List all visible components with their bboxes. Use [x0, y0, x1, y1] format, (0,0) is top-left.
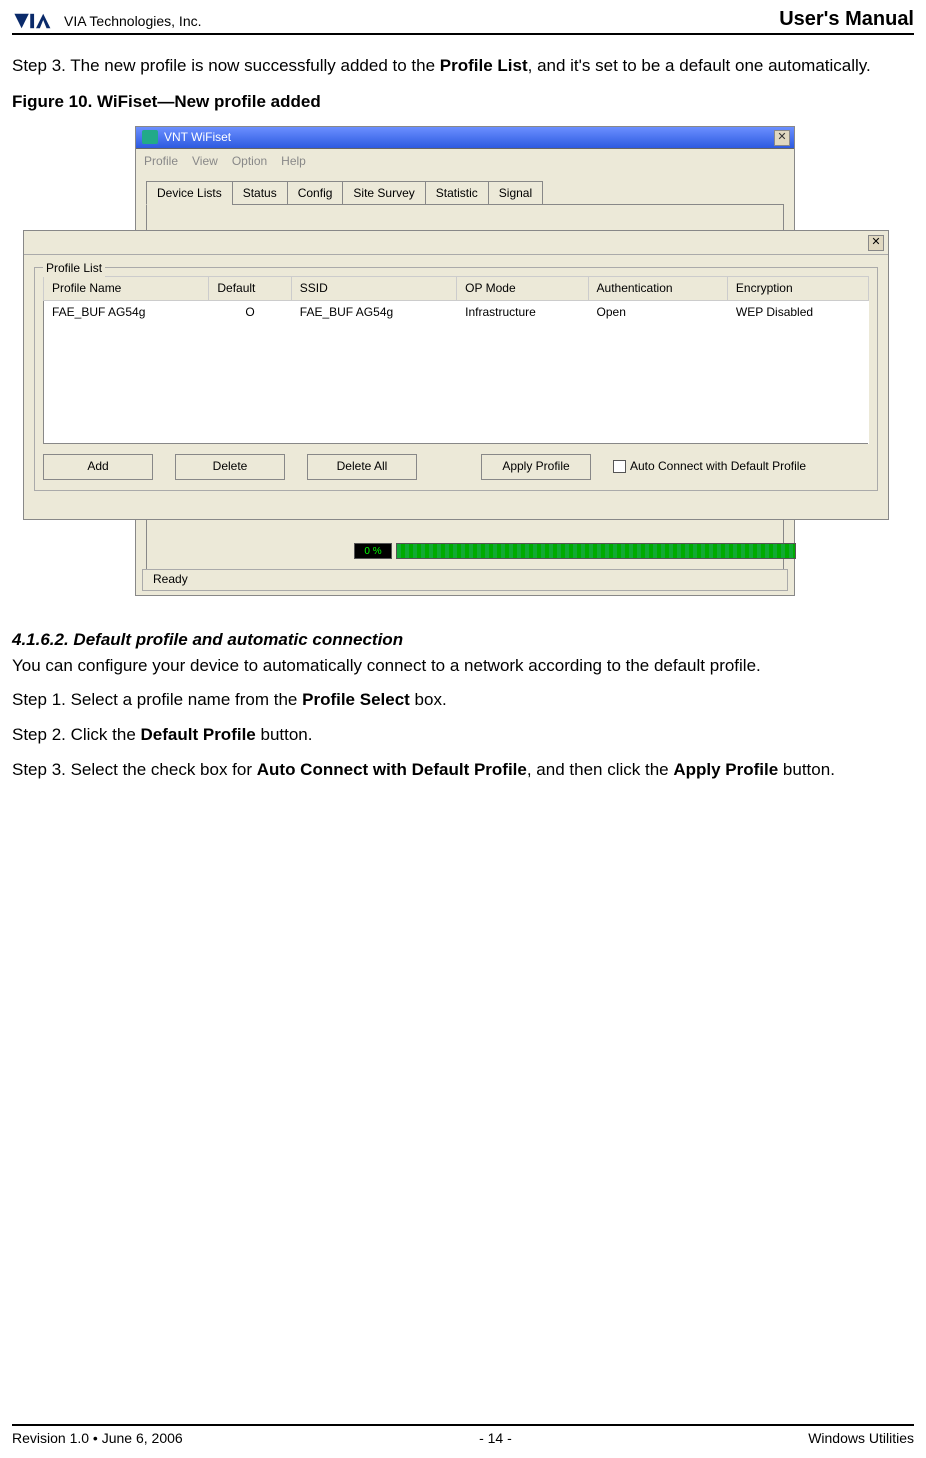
col-opmode[interactable]: OP Mode	[457, 276, 588, 300]
step3-top-pre: Step 3. The new profile is now successfu…	[12, 56, 440, 75]
cell-enc: WEP Disabled	[727, 300, 868, 323]
menu-profile[interactable]: Profile	[144, 153, 178, 170]
group-label: Profile List	[43, 260, 105, 277]
step3: Step 3. Select the check box for Auto Co…	[12, 759, 914, 782]
auto-connect-option[interactable]: Auto Connect with Default Profile	[613, 458, 806, 475]
vnt-app-icon	[142, 130, 158, 144]
cell-name: FAE_BUF AG54g	[44, 300, 209, 323]
step2-bold: Default Profile	[141, 725, 256, 744]
add-button[interactable]: Add	[43, 454, 153, 480]
section-intro: You can configure your device to automat…	[12, 655, 914, 678]
step3-post: button.	[778, 760, 835, 779]
step3-top-tail: , and it's set to be a default one autom…	[528, 56, 871, 75]
tab-config[interactable]: Config	[287, 181, 344, 206]
manual-title: User's Manual	[779, 8, 914, 31]
auto-connect-label: Auto Connect with Default Profile	[630, 458, 806, 475]
step1-post: box.	[410, 690, 447, 709]
dialog-close-icon[interactable]: ✕	[868, 235, 884, 251]
vnt-tabs: Device Lists Status Config Site Survey S…	[136, 174, 794, 205]
signal-percent: 0 %	[354, 543, 392, 559]
vnt-menubar: Profile View Option Help	[136, 149, 794, 174]
screenshot: VNT WiFiset ✕ Profile View Option Help D…	[12, 120, 914, 600]
profile-table: Profile Name Default SSID OP Mode Authen…	[43, 276, 869, 444]
col-ssid[interactable]: SSID	[291, 276, 456, 300]
tab-site-survey[interactable]: Site Survey	[342, 181, 425, 206]
delete-all-button[interactable]: Delete All	[307, 454, 417, 480]
delete-button[interactable]: Delete	[175, 454, 285, 480]
footer-center: - 14 -	[479, 1430, 512, 1446]
step1-bold: Profile Select	[302, 690, 410, 709]
step2-post: button.	[256, 725, 313, 744]
step1-pre: Step 1. Select a profile name from the	[12, 690, 302, 709]
logo-group: VIA Technologies, Inc.	[12, 11, 202, 31]
apply-profile-button[interactable]: Apply Profile	[481, 454, 591, 480]
tab-signal[interactable]: Signal	[488, 181, 543, 206]
via-logo-icon	[12, 11, 60, 31]
menu-option[interactable]: Option	[232, 153, 267, 170]
step2-pre: Step 2. Click the	[12, 725, 141, 744]
step2: Step 2. Click the Default Profile button…	[12, 724, 914, 747]
step3-pre: Step 3. Select the check box for	[12, 760, 257, 779]
profile-list-group: Profile List Profile Name Default SSID O…	[34, 267, 878, 491]
footer-left: Revision 1.0 • June 6, 2006	[12, 1430, 183, 1446]
step3-bold2: Apply Profile	[673, 760, 778, 779]
table-row[interactable]: FAE_BUF AG54g O FAE_BUF AG54g Infrastruc…	[44, 300, 869, 323]
menu-help[interactable]: Help	[281, 153, 306, 170]
step3-mid: , and then click the	[527, 760, 673, 779]
tab-status[interactable]: Status	[232, 181, 288, 206]
col-default[interactable]: Default	[209, 276, 291, 300]
tab-statistic[interactable]: Statistic	[425, 181, 489, 206]
button-row: Add Delete Delete All Apply Profile Auto…	[43, 454, 869, 480]
statusbar: Ready	[142, 569, 788, 591]
profile-list-bold: Profile List	[440, 56, 528, 75]
step3-bold1: Auto Connect with Default Profile	[257, 760, 527, 779]
step1: Step 1. Select a profile name from the P…	[12, 689, 914, 712]
step3-top: Step 3. The new profile is now successfu…	[12, 55, 914, 78]
cell-auth: Open	[588, 300, 727, 323]
page-content: Step 3. The new profile is now successfu…	[12, 35, 914, 782]
company-name: VIA Technologies, Inc.	[64, 13, 202, 29]
col-auth[interactable]: Authentication	[588, 276, 727, 300]
cell-ssid: FAE_BUF AG54g	[291, 300, 456, 323]
tab-device-lists[interactable]: Device Lists	[146, 181, 233, 206]
close-icon[interactable]: ✕	[774, 130, 790, 146]
cell-default: O	[209, 300, 291, 323]
page-footer: Revision 1.0 • June 6, 2006 - 14 - Windo…	[12, 1424, 914, 1446]
profile-dialog: ✕ Profile List Profile Name Default SSID…	[23, 230, 889, 520]
figure-caption: Figure 10. WiFiset—New profile added	[12, 90, 914, 114]
signal-bar	[396, 543, 796, 559]
section-heading: 4.1.6.2. Default profile and automatic c…	[12, 628, 914, 652]
col-profile-name[interactable]: Profile Name	[44, 276, 209, 300]
vnt-titlebar: VNT WiFiset ✕	[136, 127, 794, 149]
status-text: Ready	[153, 571, 188, 588]
vnt-title-text: VNT WiFiset	[164, 129, 231, 146]
checkbox-icon[interactable]	[613, 460, 626, 473]
menu-view[interactable]: View	[192, 153, 218, 170]
footer-right: Windows Utilities	[808, 1430, 914, 1446]
cell-op: Infrastructure	[457, 300, 588, 323]
col-encryption[interactable]: Encryption	[727, 276, 868, 300]
page-header: VIA Technologies, Inc. User's Manual	[12, 8, 914, 35]
